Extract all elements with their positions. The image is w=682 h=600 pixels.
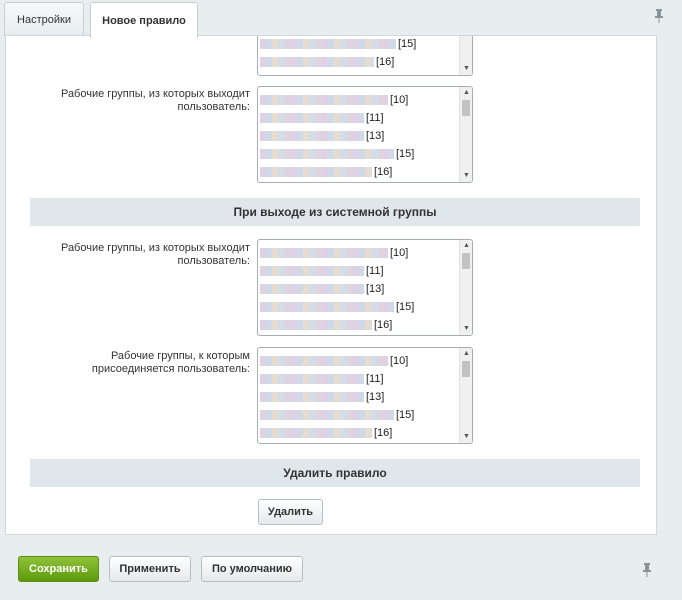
tab-new-rule[interactable]: Новое правило (90, 2, 198, 38)
section-exit-system-group: При выходе из системной группы (30, 198, 640, 226)
list-item[interactable]: [15] (260, 406, 458, 424)
scrollbar[interactable]: ▲ ▼ (459, 87, 472, 182)
list-item[interactable]: [11] (260, 262, 458, 280)
list-item[interactable]: [16] (260, 424, 458, 442)
exit-groups-listbox-top[interactable]: [10] [11] [13] [15] [16] ▲ ▼ (257, 86, 473, 183)
scrollbar-thumb[interactable] (462, 100, 470, 116)
list-item[interactable]: [10] (260, 91, 458, 109)
list-item[interactable]: [13] (260, 280, 458, 298)
arrow-down-icon[interactable]: ▼ (460, 170, 472, 182)
list-item[interactable]: [15] (260, 36, 458, 53)
arrow-up-icon[interactable]: ▲ (460, 87, 472, 99)
list-item[interactable]: [16] (260, 163, 458, 181)
exit-groups-label: Рабочие группы, из которых выходит польз… (60, 242, 250, 267)
pin-icon[interactable] (653, 9, 665, 23)
list-item[interactable]: [13] (260, 127, 458, 145)
exit-groups-listbox[interactable]: [10] [11] [13] [15] [16] ▲ ▼ (257, 239, 473, 336)
list-item[interactable]: [11] (260, 370, 458, 388)
scrollbar-thumb[interactable] (462, 253, 470, 269)
apply-button[interactable]: Применить (109, 556, 191, 582)
scrollbar[interactable]: ▲ ▼ (459, 348, 472, 443)
list-item[interactable]: [10] (260, 244, 458, 262)
save-button[interactable]: Сохранить (18, 556, 99, 582)
arrow-down-icon[interactable]: ▼ (460, 323, 472, 335)
listbox-partial-top[interactable]: [15] [16] ▼ (257, 36, 473, 76)
list-item[interactable]: [13] (260, 388, 458, 406)
join-groups-label: Рабочие группы, к которым присоединяется… (91, 350, 250, 375)
scrollbar[interactable]: ▲ ▼ (459, 240, 472, 335)
scrollbar[interactable]: ▼ (459, 36, 472, 75)
tab-settings[interactable]: Настройки (4, 2, 84, 36)
arrow-up-icon[interactable]: ▲ (460, 348, 472, 360)
list-item[interactable]: [10] (260, 352, 458, 370)
list-item[interactable]: [15] (260, 298, 458, 316)
rule-form-panel: [15] [16] ▼ Рабочие группы, из которых в… (5, 35, 657, 535)
list-item[interactable]: [16] (260, 316, 458, 334)
arrow-up-icon[interactable]: ▲ (460, 240, 472, 252)
join-groups-listbox[interactable]: [10] [11] [13] [15] [16] ▲ ▼ (257, 347, 473, 444)
list-item[interactable]: [16] (260, 53, 458, 71)
arrow-down-icon[interactable]: ▼ (460, 431, 472, 443)
scrollbar-thumb[interactable] (462, 361, 470, 377)
exit-groups-label-top: Рабочие группы, из которых выходит польз… (60, 88, 250, 113)
arrow-down-icon[interactable]: ▼ (460, 63, 472, 75)
list-item[interactable]: [15] (260, 145, 458, 163)
tab-bar: Настройки Новое правило (0, 0, 682, 38)
list-item[interactable]: [11] (260, 109, 458, 127)
section-delete-rule: Удалить правило (30, 459, 640, 487)
pin-icon[interactable] (641, 563, 653, 577)
delete-button[interactable]: Удалить (258, 499, 323, 525)
default-button[interactable]: По умолчанию (201, 556, 303, 582)
